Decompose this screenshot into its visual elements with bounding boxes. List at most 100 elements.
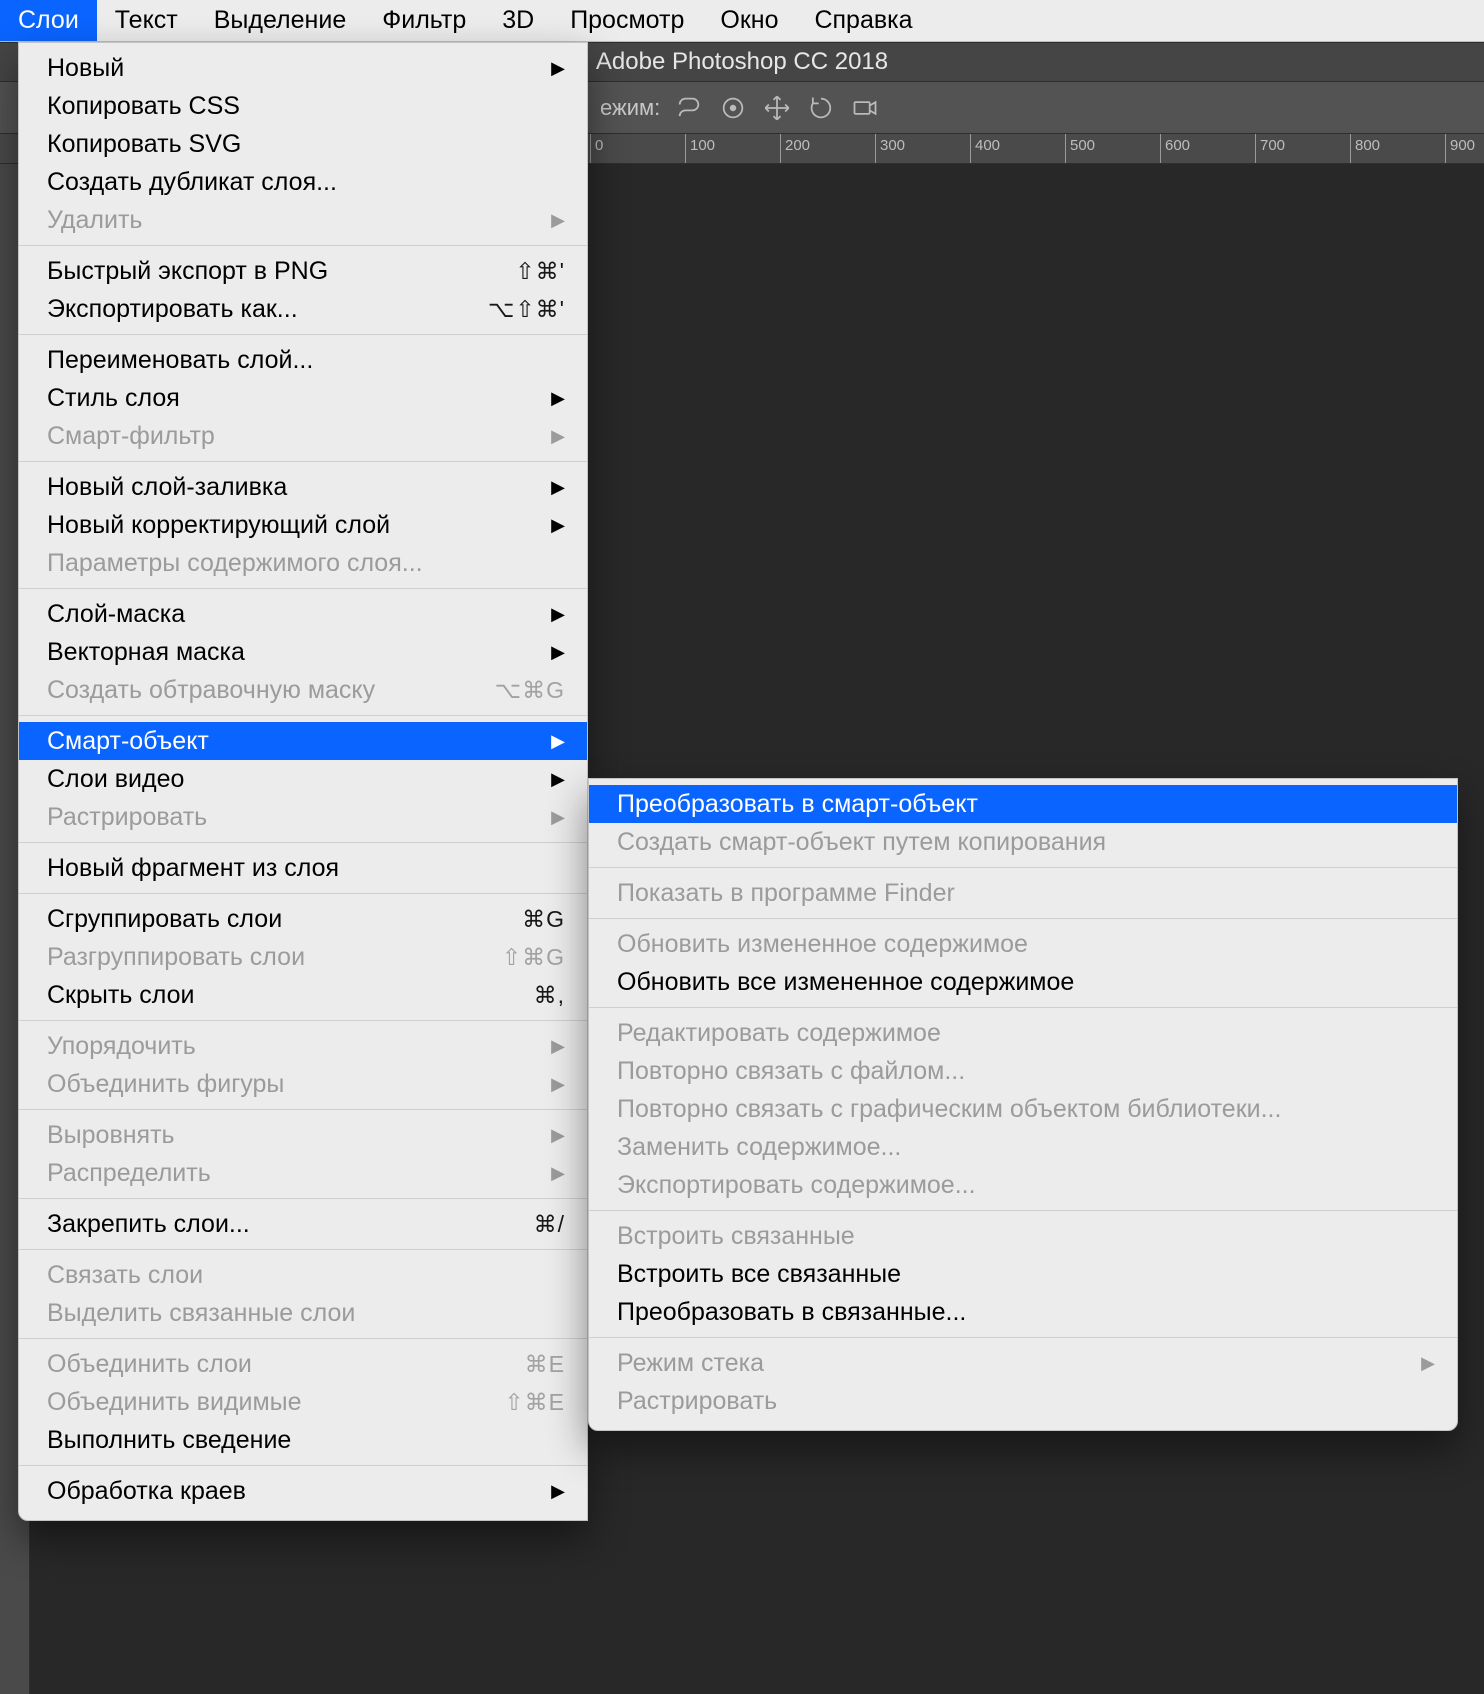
layers-menu-item-label: Смарт-объект bbox=[47, 727, 531, 756]
layers-menu-item-21[interactable]: Смарт-объект▶ bbox=[19, 722, 587, 760]
loop-icon[interactable] bbox=[674, 93, 704, 123]
submenu-arrow-icon: ▶ bbox=[1417, 1353, 1435, 1374]
smartobj-menu-item-label: Преобразовать в связанные... bbox=[617, 1298, 1435, 1327]
smartobj-menu-item-label: Повторно связать с файлом... bbox=[617, 1057, 1435, 1086]
camera-icon[interactable] bbox=[850, 93, 880, 123]
layers-menu-item-label: Новый слой-заливка bbox=[47, 473, 531, 502]
layers-dropdown: Новый▶ Копировать CSS Копировать SVG Создат… bbox=[18, 42, 588, 1521]
layers-menu-item-label: Удалить bbox=[47, 206, 531, 235]
smartobj-menu-item-label: Заменить содержимое... bbox=[617, 1133, 1435, 1162]
layers-menu-item-7[interactable]: Экспортировать как...⌥⇧⌘' bbox=[19, 290, 587, 328]
layers-menu-separator bbox=[19, 245, 587, 246]
smartobj-menu-item-0[interactable]: Преобразовать в смарт-объект bbox=[589, 785, 1457, 823]
layers-menu-item-label: Сгруппировать слои bbox=[47, 905, 459, 934]
layers-menu-item-label: Создать обтравочную маску bbox=[47, 676, 459, 705]
layers-menu-item-13[interactable]: Новый слой-заливка ▶ bbox=[19, 468, 587, 506]
layers-menu-item-6[interactable]: Быстрый экспорт в PNG⇧⌘' bbox=[19, 252, 587, 290]
layers-menu-item-label: Слои видео bbox=[47, 765, 531, 794]
layers-menu-item-label: Распределить bbox=[47, 1159, 531, 1188]
ruler-tick: 900 bbox=[1445, 134, 1475, 163]
layers-menu-item-label: Копировать CSS bbox=[47, 92, 565, 121]
submenu-arrow-icon: ▶ bbox=[547, 1074, 565, 1095]
smartobj-menu-item-3: Показать в программе Finder bbox=[589, 874, 1457, 912]
layers-menu-item-1[interactable]: Копировать CSS bbox=[19, 87, 587, 125]
layers-menu-item-label: Обработка краев bbox=[47, 1477, 531, 1506]
layers-menu-item-2[interactable]: Копировать SVG bbox=[19, 125, 587, 163]
menubar-item-6[interactable]: Окно bbox=[702, 0, 796, 41]
layers-menu-item-label: Быстрый экспорт в PNG bbox=[47, 257, 459, 286]
smartobj-menu-item-8: Редактировать содержимое bbox=[589, 1014, 1457, 1052]
layers-menu-item-9[interactable]: Переименовать слой... bbox=[19, 341, 587, 379]
layers-menu-item-29[interactable]: Скрыть слои⌘, bbox=[19, 976, 587, 1014]
menubar-item-5[interactable]: Просмотр bbox=[552, 0, 702, 41]
layers-menu-separator bbox=[19, 1338, 587, 1339]
shortcut-label: ⌥⇧⌘' bbox=[475, 296, 565, 323]
layers-menu-item-3[interactable]: Создать дубликат слоя... bbox=[19, 163, 587, 201]
layers-menu-separator bbox=[19, 1198, 587, 1199]
menubar-item-0[interactable]: Слои bbox=[0, 0, 97, 41]
layers-menu-separator bbox=[19, 1109, 587, 1110]
submenu-arrow-icon: ▶ bbox=[547, 426, 565, 447]
submenu-arrow-icon: ▶ bbox=[547, 515, 565, 536]
smartobj-menu-item-label: Экспортировать содержимое... bbox=[617, 1171, 1435, 1200]
layers-menu-item-25[interactable]: Новый фрагмент из слоя bbox=[19, 849, 587, 887]
layers-menu-item-22[interactable]: Слои видео▶ bbox=[19, 760, 587, 798]
layers-menu-item-17[interactable]: Слой-маска ▶ bbox=[19, 595, 587, 633]
smartobj-menu-item-10: Повторно связать с графическим объектом … bbox=[589, 1090, 1457, 1128]
menubar: СлоиТекстВыделениеФильтр3DПросмотрОкноСп… bbox=[0, 0, 1484, 42]
smartobj-menu-item-6[interactable]: Обновить все измененное содержимое bbox=[589, 963, 1457, 1001]
layers-menu-item-label: Слой-маска bbox=[47, 600, 531, 629]
target-icon[interactable] bbox=[718, 93, 748, 123]
layers-menu-separator bbox=[19, 334, 587, 335]
layers-menu-item-label: Стиль слоя bbox=[47, 384, 531, 413]
menubar-item-1[interactable]: Текст bbox=[97, 0, 196, 41]
layers-menu-separator bbox=[19, 893, 587, 894]
shortcut-label: ⌘E bbox=[475, 1351, 565, 1378]
layers-menu-separator bbox=[19, 1020, 587, 1021]
smartobj-menu-item-1: Создать смарт-объект путем копирования bbox=[589, 823, 1457, 861]
layers-menu-item-32: Объединить фигуры▶ bbox=[19, 1065, 587, 1103]
layers-menu-item-label: Разгруппировать слои bbox=[47, 943, 459, 972]
layers-menu-item-0[interactable]: Новый▶ bbox=[19, 49, 587, 87]
layers-menu-item-label: Копировать SVG bbox=[47, 130, 565, 159]
menubar-item-3[interactable]: Фильтр bbox=[364, 0, 484, 41]
layers-menu-item-label: Скрыть слои bbox=[47, 981, 459, 1010]
smartobj-menu-separator bbox=[589, 1337, 1457, 1338]
menubar-item-7[interactable]: Справка bbox=[796, 0, 930, 41]
smartobj-menu-item-label: Обновить измененное содержимое bbox=[617, 930, 1435, 959]
smartobj-menu-item-15[interactable]: Встроить все связанные bbox=[589, 1255, 1457, 1293]
layers-menu-item-37[interactable]: Закрепить слои...⌘/ bbox=[19, 1205, 587, 1243]
submenu-arrow-icon: ▶ bbox=[547, 604, 565, 625]
layers-menu-item-label: Векторная маска bbox=[47, 638, 531, 667]
layers-menu-item-27[interactable]: Сгруппировать слои⌘G bbox=[19, 900, 587, 938]
smartobj-menu-item-5: Обновить измененное содержимое bbox=[589, 925, 1457, 963]
smartobj-menu-item-label: Повторно связать с графическим объектом … bbox=[617, 1095, 1435, 1124]
menubar-item-2[interactable]: Выделение bbox=[196, 0, 364, 41]
layers-menu-item-label: Создать дубликат слоя... bbox=[47, 168, 565, 197]
layers-menu-item-18[interactable]: Векторная маска▶ bbox=[19, 633, 587, 671]
layers-menu-item-label: Новый корректирующий слой bbox=[47, 511, 531, 540]
move-icon[interactable] bbox=[762, 93, 792, 123]
layers-menu-item-46[interactable]: Обработка краев▶ bbox=[19, 1472, 587, 1510]
smartobj-menu-separator bbox=[589, 918, 1457, 919]
smartobj-menu-item-label: Растрировать bbox=[617, 1387, 1435, 1416]
layers-menu-item-14[interactable]: Новый корректирующий слой ▶ bbox=[19, 506, 587, 544]
menubar-item-4[interactable]: 3D bbox=[484, 0, 552, 41]
ruler-tick: 500 bbox=[1065, 134, 1095, 163]
layers-menu-item-4: Удалить▶ bbox=[19, 201, 587, 239]
layers-menu-item-label: Параметры содержимого слоя... bbox=[47, 549, 565, 578]
ruler-tick: 400 bbox=[970, 134, 1000, 163]
submenu-arrow-icon: ▶ bbox=[547, 477, 565, 498]
smartobj-menu-item-12: Экспортировать содержимое... bbox=[589, 1166, 1457, 1204]
submenu-arrow-icon: ▶ bbox=[547, 58, 565, 79]
layers-menu-item-44[interactable]: Выполнить сведение bbox=[19, 1421, 587, 1459]
rotate-icon[interactable] bbox=[806, 93, 836, 123]
layers-menu-item-42: Объединить слои⌘E bbox=[19, 1345, 587, 1383]
smartobj-menu-item-16[interactable]: Преобразовать в связанные... bbox=[589, 1293, 1457, 1331]
layers-menu-item-10[interactable]: Стиль слоя▶ bbox=[19, 379, 587, 417]
shortcut-label: ⇧⌘G bbox=[475, 944, 565, 971]
smartobj-menu-item-label: Режим стека bbox=[617, 1349, 1401, 1378]
smartobj-menu-item-label: Редактировать содержимое bbox=[617, 1019, 1435, 1048]
layers-menu-item-15: Параметры содержимого слоя... bbox=[19, 544, 587, 582]
layers-menu-item-23: Растрировать▶ bbox=[19, 798, 587, 836]
